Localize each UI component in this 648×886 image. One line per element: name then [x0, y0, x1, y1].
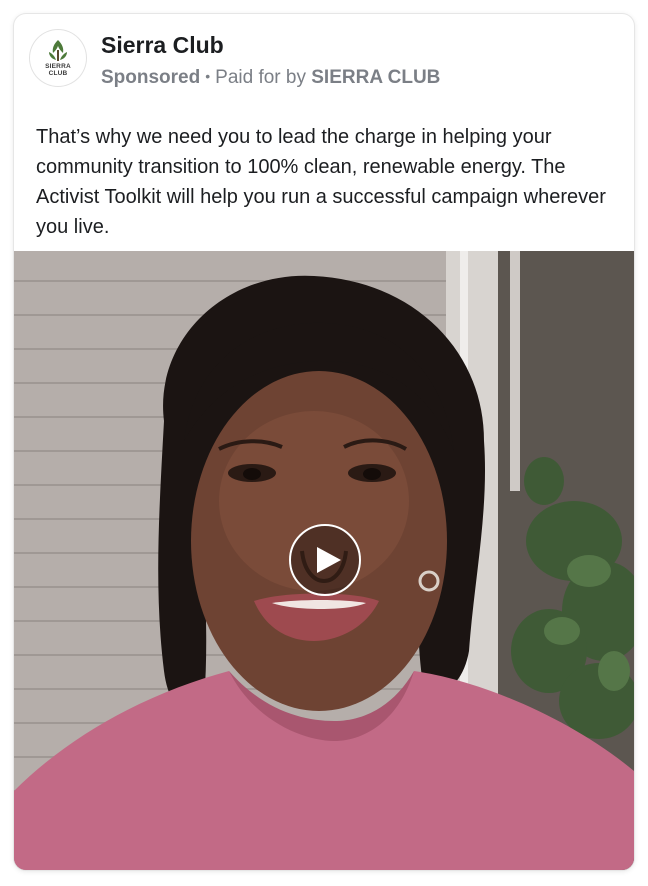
play-button[interactable]	[289, 524, 361, 596]
video-player[interactable]	[14, 251, 634, 870]
sponsored-post-card: SIERRA CLUB Sierra Club Sponsored • Paid fo…	[14, 14, 634, 870]
meta-separator: •	[205, 68, 211, 84]
post-meta: Sponsored • Paid for by SIERRA CLUB	[101, 67, 440, 89]
paid-for-name[interactable]: SIERRA CLUB	[311, 67, 440, 88]
post-header: SIERRA CLUB Sierra Club Sponsored • Paid fo…	[14, 14, 634, 110]
sierra-club-logo-icon	[49, 40, 67, 61]
paid-for-prefix: Paid for by	[215, 67, 306, 88]
post-body-text: That’s why we need you to lead the charg…	[36, 126, 606, 238]
play-icon	[317, 547, 341, 573]
sponsored-label[interactable]: Sponsored	[101, 67, 200, 88]
page-name-link[interactable]: Sierra Club	[101, 32, 224, 59]
avatar-logo-text: SIERRA CLUB	[45, 63, 71, 77]
page-avatar[interactable]: SIERRA CLUB	[30, 30, 86, 86]
